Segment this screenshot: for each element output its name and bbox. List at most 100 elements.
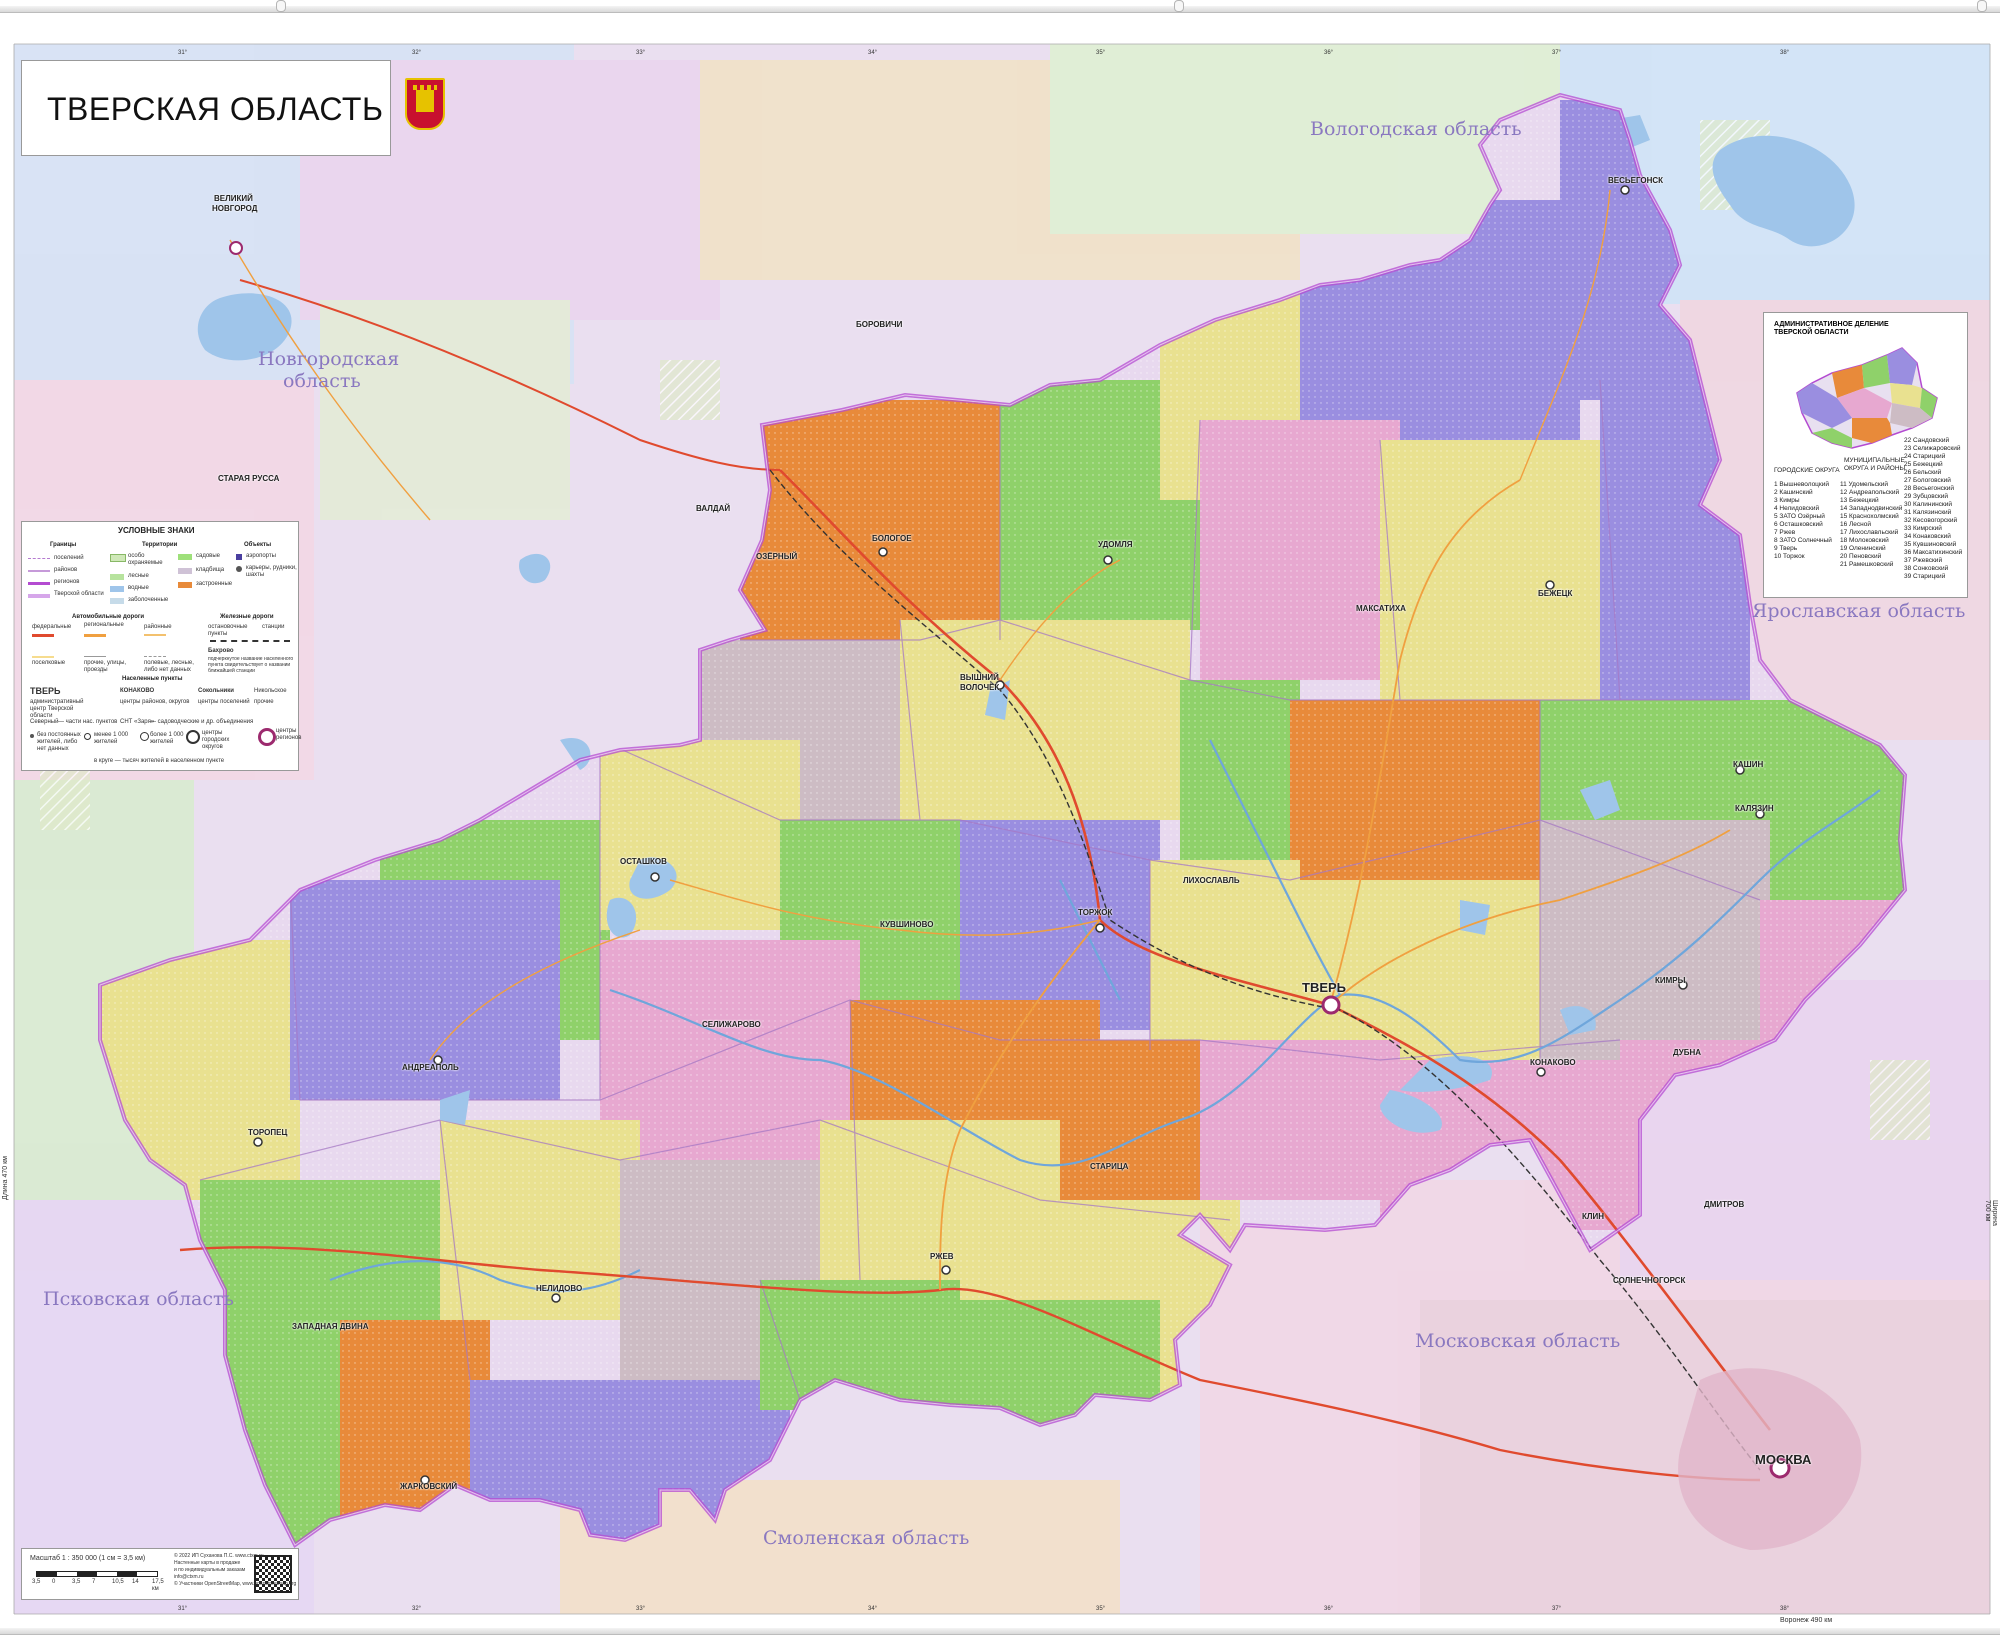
coat-of-arms-icon	[405, 78, 445, 130]
scale-label: Масштаб 1 : 350 000 (1 см = 3,5 км)	[30, 1555, 146, 1562]
admin-list-item: 25 Бежецкий	[1904, 461, 1943, 468]
copyright-line: © Участники OpenStreetMap, www.openstree…	[174, 1581, 297, 1587]
legend-pop-item: более 1 000 жителей	[150, 732, 184, 745]
legend-territory-item: застроенные	[196, 581, 233, 587]
scale-tick-label: 3,5	[72, 1579, 81, 1585]
legend-rail-item: подчеркнутое название населенного пункта…	[208, 656, 294, 674]
admin-list-item: 19 Оленинский	[1840, 545, 1886, 552]
city-label-ozyorny: ОЗЁРНЫЙ	[756, 552, 798, 561]
legend-line	[28, 582, 50, 585]
title-panel: ТВЕРСКАЯ ОБЛАСТЬ	[21, 60, 391, 156]
admin-list-item: 4 Нелидовский	[1774, 505, 1820, 512]
dot-icon	[30, 734, 34, 738]
admin-list-item: 26 Бельский	[1904, 469, 1942, 476]
legend-settle-other: Никольское	[254, 688, 287, 694]
legend-road-item: региональные	[84, 622, 124, 628]
scale-tick-label: 10,5	[112, 1579, 124, 1585]
admin-division-panel: АДМИНИСТРАТИВНОЕ ДЕЛЕНИЕ ТВЕРСКОЙ ОБЛАСТ…	[1763, 312, 1968, 598]
legend-settle-sokolniki-desc: центры поселений	[198, 699, 250, 705]
legend-roads-heading: Автомобильные дороги	[72, 614, 145, 620]
city-label-udomlya: УДОМЛЯ	[1098, 540, 1133, 549]
city-label-staraya-russa: СТАРАЯ РУССА	[218, 474, 280, 483]
novgorod-marker	[229, 241, 243, 255]
legend-object-item: аэропорты	[246, 553, 276, 559]
circle-icon	[186, 730, 200, 744]
circle-icon	[140, 732, 149, 741]
legend-swatch	[110, 598, 124, 604]
legend-settlements-heading: Населенные пункты	[122, 676, 183, 682]
city-label-kuvshinovo: КУВШИНОВО	[880, 920, 934, 929]
graticule-tick-label: 32°	[412, 50, 422, 56]
admin-list-item: 39 Старицкий	[1904, 573, 1946, 580]
admin-list-item: 22 Сандовский	[1904, 437, 1950, 444]
admin-title-2: ТВЕРСКОЙ ОБЛАСТИ	[1774, 329, 1849, 336]
legend-settle-part-desc: — части нас. пунктов	[58, 719, 118, 725]
city-label-toropets: ТОРОПЕЦ	[248, 1128, 288, 1137]
admin-list-item: 36 Максатихинский	[1904, 549, 1963, 556]
city-label-vyshny-volochek: ВЫШНИЙ	[960, 673, 999, 682]
frame-left-distance: Длина 470 км	[2, 1156, 9, 1200]
legend-panel: УСЛОВНЫЕ ЗНАКИ Границы поселений районов…	[21, 521, 301, 771]
legend-pop-note: в круге — тысяч жителей в населенном пун…	[94, 758, 225, 764]
legend-line	[144, 656, 166, 657]
circle-icon	[258, 728, 276, 746]
admin-list-item: 15 Краснохолмский	[1840, 513, 1899, 520]
map-title: ТВЕРСКАЯ ОБЛАСТЬ	[47, 91, 384, 127]
admin-list-item: 35 Кувшиновский	[1904, 541, 1957, 548]
graticule-tick-label: 35°	[1096, 50, 1106, 56]
legend-road-item: поселковые	[32, 660, 66, 666]
region-label-vologda: Вологодская область	[1310, 118, 1522, 140]
admin-list-item: 11 Удомельский	[1840, 481, 1888, 488]
legend-territory-item: лесные	[128, 573, 149, 579]
admin-list-item: 17 Лихославльский	[1840, 529, 1899, 536]
admin-municipal-heading: МУНИЦИПАЛЬНЫЕ	[1844, 457, 1905, 464]
quarry-icon	[236, 566, 242, 572]
legend-road-item: федеральные	[32, 624, 72, 630]
legend-objects-heading: Объекты	[244, 542, 272, 548]
admin-list-item: 28 Весьегонский	[1904, 485, 1955, 492]
city-label-andreapol: АНДРЕАПОЛЬ	[402, 1063, 459, 1072]
legend-swatch	[110, 554, 126, 562]
map-canvas	[13, 43, 1991, 1615]
city-label-kimry: КИМРЫ	[1655, 976, 1686, 985]
legend-line	[210, 640, 290, 642]
city-label-bologoe: БОЛОГОЕ	[872, 534, 912, 543]
city-label-valday: ВАЛДАЙ	[696, 504, 731, 513]
legend-rail-item: Бахрово	[208, 648, 234, 654]
graticule-tick-label: 32°	[412, 1606, 422, 1612]
graticule-tick-label: 37°	[1552, 50, 1562, 56]
map-poster: Вологодская область Новгородская область…	[0, 0, 2000, 1644]
legend-rail-item: остановочные пункты	[208, 624, 248, 637]
region-label-novgorod: Новгородская	[258, 348, 400, 370]
city-label-torzhok: ТОРЖОК	[1078, 908, 1113, 917]
legend-settle-konakovo: КОНАКОВО	[120, 688, 155, 694]
region-label-novgorod-2: область	[283, 370, 361, 392]
admin-list-item: 32 Кесовогорский	[1904, 517, 1958, 524]
scale-panel: Масштаб 1 : 350 000 (1 см = 3,5 км) 3,5 0…	[21, 1548, 299, 1600]
scale-tick-label: 3,5	[32, 1579, 41, 1585]
admin-list-item: 23 Селижаровский	[1904, 445, 1961, 452]
graticule-tick-label: 38°	[1780, 1606, 1790, 1612]
admin-list-item: 38 Сонковский	[1904, 565, 1949, 572]
legend-pop-item: менее 1 000 жителей	[94, 732, 129, 745]
legend-territory-item: садовые	[196, 553, 221, 559]
city-label-klin: КЛИН	[1582, 1212, 1605, 1221]
admin-list-item: 9 Тверь	[1774, 545, 1798, 552]
legend-pop-item: без постоянных жителей, либо нет данных	[37, 732, 81, 752]
legend-border-item: районов	[54, 567, 78, 573]
city-label-moskva: МОСКВА	[1755, 1452, 1812, 1467]
city-label-staritsa: СТАРИЦА	[1090, 1162, 1129, 1171]
scale-tick-label: 17,5 км	[152, 1579, 164, 1592]
graticule-tick-label: 34°	[868, 50, 878, 56]
legend-line	[84, 634, 106, 637]
legend-territory-item: заболоченные	[128, 597, 169, 603]
legend-road-item: прочие, улицы, проезды	[84, 660, 127, 673]
legend-border-item: регионов	[54, 579, 80, 585]
admin-list-item: 12 Андреапольский	[1840, 489, 1900, 496]
city-label-nelidovo: НЕЛИДОВО	[536, 1284, 583, 1293]
legend-line	[32, 656, 54, 658]
legend-settle-part: Северный	[30, 719, 59, 725]
legend-swatch	[178, 582, 192, 588]
admin-list-item: 34 Конаковский	[1904, 533, 1951, 540]
legend-swatch	[178, 554, 192, 560]
